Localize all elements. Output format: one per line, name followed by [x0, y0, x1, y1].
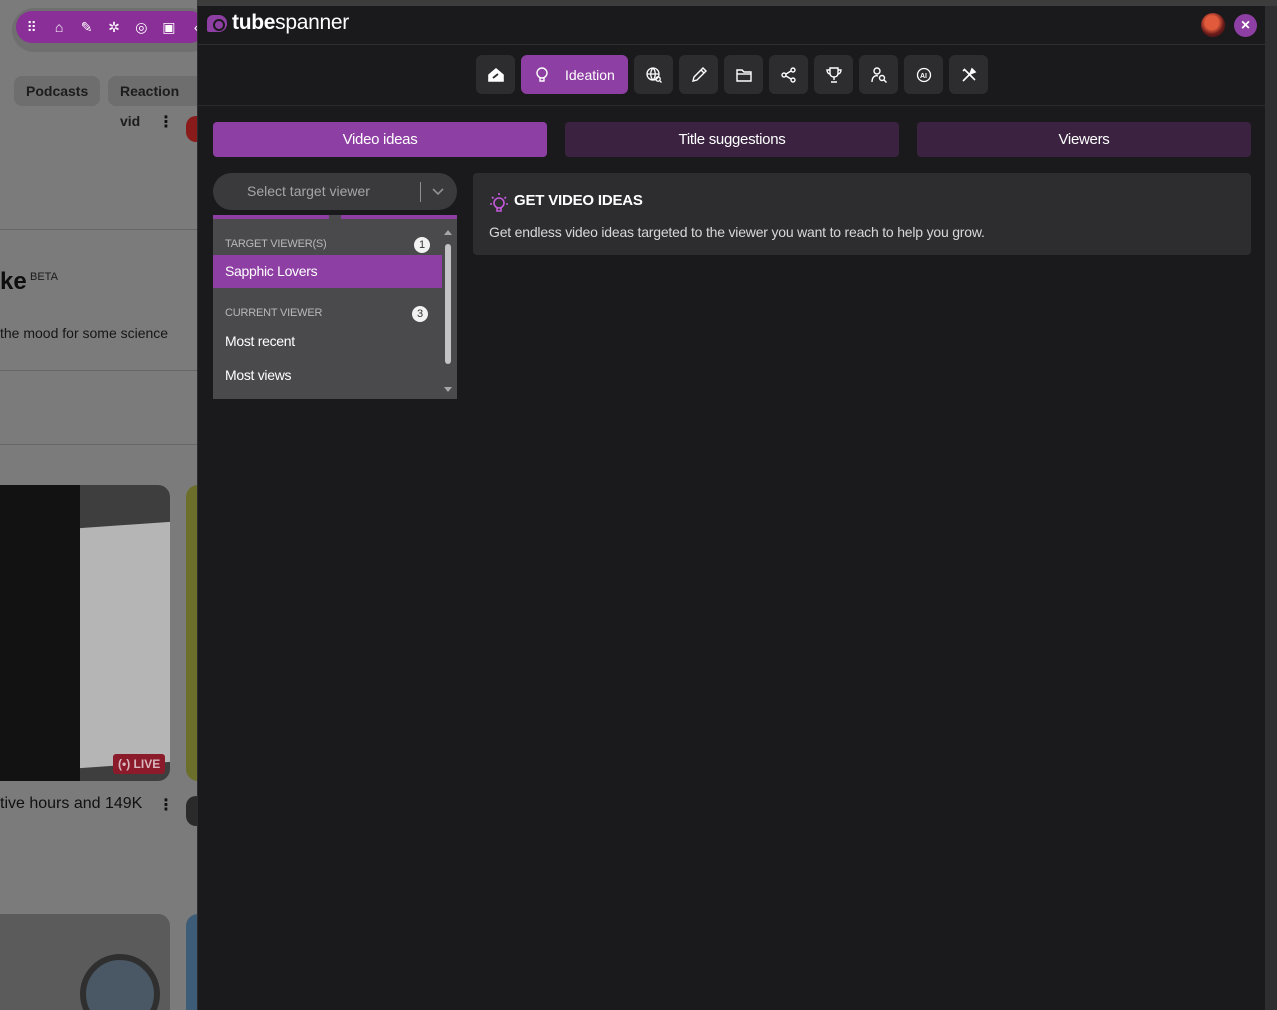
- panel-header: tubespanner ×: [198, 6, 1266, 45]
- divider: [0, 229, 197, 230]
- lightbulb-icon: [536, 66, 548, 82]
- chevron-down-icon[interactable]: [431, 183, 445, 199]
- nav-ideation-button[interactable]: Ideation: [521, 55, 628, 94]
- thumbnail-board: [80, 521, 170, 769]
- page-scrollbar-gutter: [1265, 6, 1277, 1010]
- group-title-current-viewer: CURRENT VIEWER: [225, 307, 323, 319]
- ai-icon: AI: [916, 67, 931, 82]
- option-sapphic-lovers[interactable]: Sapphic Lovers: [213, 255, 442, 288]
- video-title[interactable]: tive hours and 149K: [0, 795, 142, 813]
- user-avatar[interactable]: [1201, 13, 1225, 37]
- group-title-target-viewers: TARGET VIEWER(S): [225, 238, 327, 250]
- video-thumbnail[interactable]: [0, 485, 170, 781]
- beta-badge: BETA: [30, 271, 58, 283]
- nav-divider: [198, 105, 1266, 106]
- nav-home-button[interactable]: [476, 55, 515, 94]
- nav-write-button[interactable]: [679, 55, 718, 94]
- brand-logo: tubespanner: [207, 11, 349, 35]
- background-page: Podcasts Reaction vid ⋮ ke BETA the mood…: [0, 0, 197, 1010]
- info-description: Get endless video ideas targeted to the …: [489, 224, 985, 240]
- tab-viewers[interactable]: Viewers: [917, 122, 1251, 157]
- folder-icon: [735, 68, 752, 82]
- video-ideas-info-card: GET VIDEO IDEAS Get endless video ideas …: [473, 173, 1251, 255]
- nav-share-button[interactable]: [769, 55, 808, 94]
- divider: [0, 370, 197, 371]
- eye-scan-icon[interactable]: ◎: [132, 11, 151, 43]
- home-icon: [487, 67, 504, 82]
- nav-ai-button[interactable]: AI: [904, 55, 943, 94]
- pencil-icon[interactable]: ✎: [77, 11, 96, 43]
- option-most-views[interactable]: Most views: [213, 359, 442, 392]
- count-badge: 1: [414, 237, 430, 253]
- ideation-tabs: Video ideas Title suggestions Viewers: [213, 122, 1251, 157]
- count-badge: 3: [412, 306, 428, 322]
- section-heading: ke: [0, 268, 27, 295]
- divider: [0, 444, 197, 445]
- lightbulb-icon: [490, 193, 508, 212]
- nav-achievements-button[interactable]: [814, 55, 853, 94]
- live-label: LIVE: [133, 757, 161, 771]
- live-icon: (•): [118, 757, 134, 771]
- close-icon[interactable]: ×: [1234, 14, 1257, 37]
- filter-chip-reaction[interactable]: Reaction vid: [108, 76, 197, 129]
- dropdown-scrollbar-thumb[interactable]: [445, 244, 451, 364]
- thumbnail-eye: [80, 954, 160, 1010]
- section-subtitle: the mood for some science: [0, 325, 169, 341]
- tubespanner-panel: tubespanner × Ideation AI Video ideas Ti…: [197, 6, 1266, 1010]
- image-icon[interactable]: ▣: [159, 11, 178, 43]
- nav-tools-button[interactable]: [949, 55, 988, 94]
- select-separator: [420, 182, 421, 202]
- trophy-icon: [825, 66, 842, 83]
- tools-icon: [961, 67, 976, 82]
- filter-chip-podcasts[interactable]: Podcasts: [14, 76, 101, 106]
- cursor-click-icon[interactable]: ✲: [104, 11, 123, 43]
- logo-mark-icon: [207, 14, 227, 32]
- home-icon[interactable]: ⌂: [49, 11, 68, 43]
- tab-title-suggestions[interactable]: Title suggestions: [565, 122, 899, 157]
- target-viewer-select[interactable]: Select target viewer: [213, 173, 457, 210]
- option-most-recent[interactable]: Most recent: [213, 325, 442, 358]
- floating-toolbar: ⠿ ⌂ ✎ ✲ ◎ ▣ ‹: [16, 11, 206, 43]
- scroll-down-arrow-icon[interactable]: [444, 387, 452, 392]
- target-viewer-placeholder: Select target viewer: [247, 183, 370, 199]
- more-options-icon[interactable]: ⋮: [158, 112, 174, 132]
- pen-icon: [691, 66, 707, 82]
- target-viewer-dropdown: TARGET VIEWER(S) 1 Sapphic Lovers CURREN…: [213, 215, 457, 399]
- svg-text:AI: AI: [920, 73, 927, 80]
- live-badge: (•) LIVE: [113, 754, 166, 774]
- thumbnail-shadow: [0, 485, 80, 781]
- dropdown-top-accent: [213, 215, 457, 220]
- more-options-icon[interactable]: ⋮: [158, 795, 174, 815]
- video-thumbnail[interactable]: [0, 914, 170, 1010]
- main-nav: Ideation AI: [476, 55, 988, 94]
- info-title: GET VIDEO IDEAS: [514, 192, 643, 209]
- drag-handle-icon[interactable]: ⠿: [22, 11, 41, 43]
- user-search-icon: [870, 66, 887, 83]
- scroll-up-arrow-icon[interactable]: [444, 230, 452, 235]
- nav-ideation-label: Ideation: [565, 66, 615, 83]
- share-icon: [780, 66, 796, 83]
- nav-library-button[interactable]: [724, 55, 763, 94]
- nav-audience-button[interactable]: [859, 55, 898, 94]
- globe-search-icon: [645, 66, 662, 83]
- tab-video-ideas[interactable]: Video ideas: [213, 122, 547, 157]
- nav-research-button[interactable]: [634, 55, 673, 94]
- brand-name: tubespanner: [232, 11, 349, 34]
